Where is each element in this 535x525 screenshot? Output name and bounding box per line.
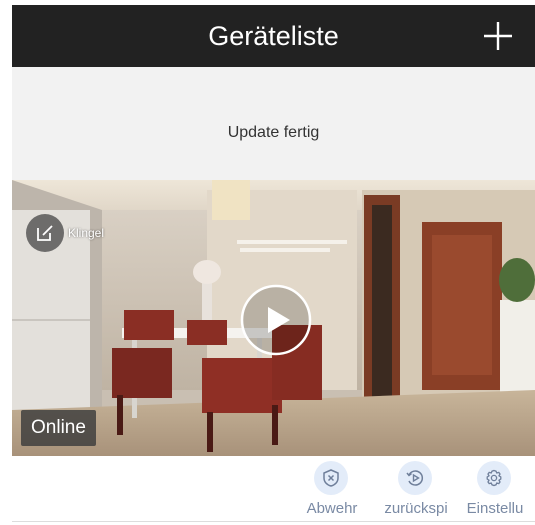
settings-button[interactable]: Einstellu — [456, 456, 534, 522]
divider — [12, 521, 535, 522]
defense-label: Abwehr — [306, 500, 358, 517]
camera-preview[interactable]: Klingel Online — [12, 180, 535, 456]
playback-icon — [406, 470, 424, 486]
device-action-bar: Abwehr zurückspi Einstellu — [12, 456, 535, 522]
plus-icon — [484, 22, 512, 50]
defense-button[interactable]: Abwehr — [293, 456, 371, 522]
device-list-screen: Geräteliste Update fertig Klingel Online… — [0, 0, 535, 525]
edit-device-name-button[interactable]: Klingel — [26, 214, 104, 252]
update-banner: Update fertig — [12, 67, 535, 180]
edit-icon — [37, 225, 53, 241]
page-title: Geräteliste — [208, 21, 339, 51]
settings-label: Einstellu — [466, 500, 524, 517]
gear-icon — [486, 469, 502, 487]
device-name: Klingel — [68, 226, 105, 240]
playback-button[interactable]: zurückspi — [377, 456, 455, 522]
playback-label: zurückspi — [384, 500, 448, 517]
update-status-text: Update fertig — [227, 124, 320, 141]
add-device-button[interactable] — [481, 19, 515, 53]
play-icon — [240, 284, 312, 356]
gear-icon-wrapper — [477, 461, 511, 495]
play-button[interactable] — [239, 283, 313, 357]
edit-icon-wrapper — [26, 214, 64, 252]
app-header: Geräteliste — [12, 5, 535, 67]
status-badge: Online — [21, 410, 96, 446]
shield-x-icon-wrapper — [314, 461, 348, 495]
shield-x-icon — [323, 469, 339, 487]
playback-icon-wrapper — [398, 461, 432, 495]
